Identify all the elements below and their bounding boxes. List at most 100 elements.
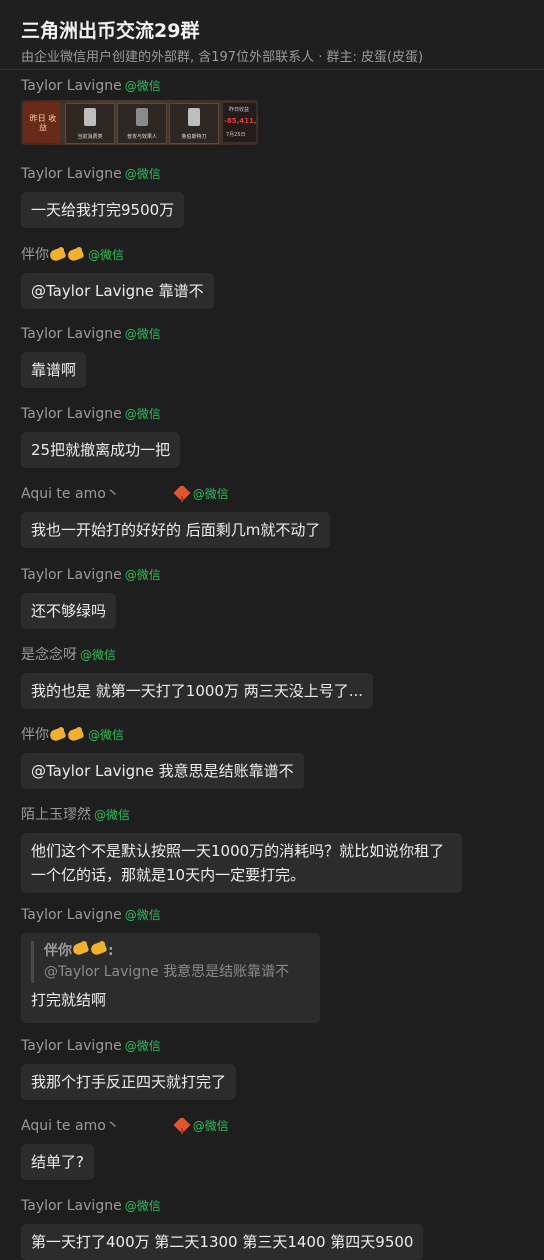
image-attachment[interactable]: 昨日 收益 当前消费类 普攻与效果人 鲁伯斯特刀 昨日收益 -85,411,18… (21, 100, 258, 145)
sender-line: Taylor Lavigne @微信 (21, 324, 161, 344)
muscle-emoji-icon (49, 727, 67, 743)
sender-name[interactable]: Taylor Lavigne (21, 76, 122, 96)
quoted-message[interactable]: 伴你: @Taylor Lavigne 我意思是结账靠谱不 (31, 941, 310, 983)
item-image (188, 108, 200, 126)
sender-name[interactable]: Aqui te amo丶 (21, 484, 120, 504)
sender-name[interactable]: Taylor Lavigne (21, 905, 122, 925)
sender-name[interactable]: Taylor Lavigne (21, 1196, 122, 1216)
message: Taylor Lavigne @微信 25把就撤离成功一把 (21, 404, 181, 468)
banner-card-label: 当前消费类 (77, 134, 103, 140)
wechat-tag: @微信 (80, 648, 117, 662)
message-bubble[interactable]: @Taylor Lavigne 靠谱不 (21, 273, 214, 309)
sender-line: 是念念呀 @微信 (21, 645, 373, 665)
sender-line: 陌上玉璆然 @微信 (21, 805, 462, 825)
banner-stat: 昨日收益 -85,411,188 7月25日 (223, 103, 258, 142)
sender-line: Taylor Lavigne @微信 (21, 565, 161, 585)
sender-name[interactable]: Taylor Lavigne (21, 565, 122, 585)
wechat-tag: @微信 (124, 79, 161, 93)
sender-name[interactable]: 是念念呀 (21, 645, 77, 665)
sender-line: Taylor Lavigne @微信 (21, 1196, 423, 1216)
sender-name[interactable]: Aqui te amo丶 (21, 1116, 120, 1136)
message: Taylor Lavigne @微信 一天给我打完9500万 (21, 164, 185, 228)
sender-line: Aqui te amo丶 @微信 (21, 484, 330, 504)
message-bubble[interactable]: 还不够绿吗 (21, 593, 117, 629)
message: Aqui te amo丶 @微信 结单了? (21, 1116, 229, 1180)
stat-date: 7月25日 (226, 132, 246, 138)
banner-card: 当前消费类 (65, 103, 115, 144)
sender-line: Taylor Lavigne @微信 (21, 164, 184, 184)
quote-author: 伴你: (44, 941, 114, 959)
message-bubble[interactable]: @Taylor Lavigne 我意思是结账靠谱不 (21, 753, 304, 789)
message: 伴你 @微信 @Taylor Lavigne 我意思是结账靠谱不 (21, 725, 304, 789)
wechat-tag: @微信 (124, 568, 161, 582)
wechat-tag: @微信 (192, 1119, 229, 1133)
wechat-tag: @微信 (88, 248, 125, 262)
stat-value: -85,411,188 (224, 117, 258, 125)
message-bubble[interactable]: 他们这个不是默认按照一天1000万的消耗吗？就比如说你租了一个亿的话，那就是10… (21, 833, 462, 893)
stat-title: 昨日收益 (229, 107, 250, 113)
wechat-tag: @微信 (124, 407, 161, 421)
sender-name[interactable]: 伴你 (21, 245, 49, 265)
message-bubble[interactable]: 25把就撤离成功一把 (21, 432, 181, 468)
message-bubble[interactable]: 结单了? (21, 1144, 94, 1180)
message-bubble[interactable]: 我也一开始打的好好的 后面剩几m就不动了 (21, 512, 331, 548)
message: Taylor Lavigne @微信 (21, 76, 161, 96)
message: Taylor Lavigne @微信 第一天打了400万 第二天1300 第三天1… (21, 1196, 424, 1260)
muscle-emoji-icon (90, 941, 108, 957)
message: 陌上玉璆然 @微信 他们这个不是默认按照一天1000万的消耗吗？就比如说你租了一个… (21, 805, 462, 893)
banner-label-box: 昨日 收益 (23, 102, 60, 143)
sender-name[interactable]: Taylor Lavigne (21, 1036, 122, 1056)
chat-header: 三角洲出币交流29群 由企业微信用户创建的外部群, 含197位外部联系人 · 群… (0, 0, 544, 70)
message-bubble[interactable]: 我的也是 就第一天打了1000万 两三天没上号了... (21, 673, 374, 709)
banner-card: 鲁伯斯特刀 (169, 103, 219, 144)
sender-line: Taylor Lavigne @微信 (21, 404, 180, 424)
sender-name[interactable]: Taylor Lavigne (21, 324, 122, 344)
banner-card: 普攻与效果人 (117, 103, 167, 144)
message: Taylor Lavigne @微信 靠谱啊 (21, 324, 161, 388)
sender-line: 伴你 @微信 (21, 245, 214, 265)
sender-name[interactable]: Taylor Lavigne (21, 404, 122, 424)
item-image (84, 108, 96, 126)
message-bubble[interactable]: 靠谱啊 (21, 352, 87, 388)
message: Taylor Lavigne @微信 我那个打手反正四天就打完了 (21, 1036, 237, 1100)
group-subtitle: 由企业微信用户创建的外部群, 含197位外部联系人 · 群主: 皮蛋(皮蛋) (21, 50, 424, 65)
wechat-tag: @微信 (124, 908, 161, 922)
item-image (136, 108, 148, 126)
wechat-tag: @微信 (124, 1199, 161, 1213)
reply-text: 打完就结啊 (31, 991, 107, 1009)
muscle-emoji-icon (67, 727, 85, 743)
message-bubble[interactable]: 第一天打了400万 第二天1300 第三天1400 第四天9500 (21, 1224, 424, 1260)
wechat-tag: @微信 (88, 728, 125, 742)
message-bubble[interactable]: 我那个打手反正四天就打完了 (21, 1064, 237, 1100)
banner-card-label: 鲁伯斯特刀 (181, 134, 207, 140)
maple-leaf-icon (174, 486, 190, 502)
message: 是念念呀 @微信 我的也是 就第一天打了1000万 两三天没上号了... (21, 645, 374, 709)
message-bubble[interactable]: 伴你: @Taylor Lavigne 我意思是结账靠谱不 打完就结啊 (21, 933, 320, 1023)
muscle-emoji-icon (49, 247, 67, 263)
wechat-tag: @微信 (124, 167, 161, 181)
sender-line: 伴你 @微信 (21, 725, 304, 745)
quote-text: @Taylor Lavigne 我意思是结账靠谱不 (44, 964, 290, 980)
banner-label: 昨日 收益 (29, 114, 57, 132)
message-bubble[interactable]: 一天给我打完9500万 (21, 192, 185, 228)
banner-card-label: 普攻与效果人 (126, 134, 157, 140)
message: Aqui te amo丶 @微信 我也一开始打的好好的 后面剩几m就不动了 (21, 484, 331, 548)
sender-line: Taylor Lavigne @微信 (21, 76, 161, 96)
wechat-tag: @微信 (94, 808, 131, 822)
wechat-tag: @微信 (124, 1039, 161, 1053)
maple-leaf-icon (174, 1118, 190, 1134)
sender-name[interactable]: 陌上玉璆然 (21, 805, 91, 825)
muscle-emoji-icon (67, 247, 85, 263)
wechat-tag: @微信 (124, 327, 161, 341)
group-title: 三角洲出币交流29群 (21, 20, 200, 42)
sender-name[interactable]: Taylor Lavigne (21, 164, 122, 184)
message: Taylor Lavigne @微信 还不够绿吗 (21, 565, 161, 629)
message: Taylor Lavigne @微信 伴你: @Taylor Lavigne 我意… (21, 905, 320, 1023)
wechat-tag: @微信 (192, 487, 229, 501)
sender-line: Aqui te amo丶 @微信 (21, 1116, 229, 1136)
message: 伴你 @微信 @Taylor Lavigne 靠谱不 (21, 245, 214, 309)
muscle-emoji-icon (72, 941, 90, 957)
sender-line: Taylor Lavigne @微信 (21, 1036, 236, 1056)
sender-line: Taylor Lavigne @微信 (21, 905, 320, 925)
sender-name[interactable]: 伴你 (21, 725, 49, 745)
